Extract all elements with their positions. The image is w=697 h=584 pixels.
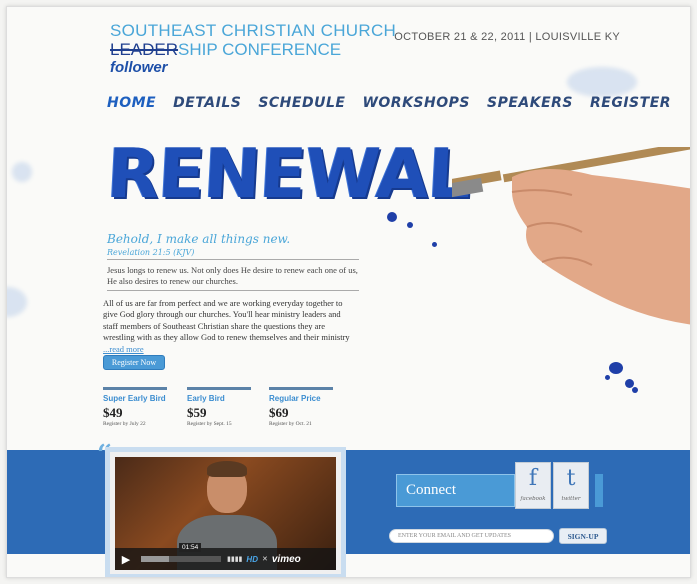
logo-conference-rest: SHIP CONFERENCE xyxy=(178,40,342,59)
video-controls: ▶ 01:54 ▮▮▮▮ HD ✕ vimeo xyxy=(115,543,336,570)
verse-reference: Revelation 21:5 (KJV) xyxy=(107,248,195,257)
paint-splatter xyxy=(407,222,413,228)
price-label: Regular Price xyxy=(269,394,321,403)
price-divider xyxy=(103,387,167,390)
facebook-caption: facebook xyxy=(520,496,546,502)
price-amount: $49 xyxy=(103,405,123,420)
connect-bar-end xyxy=(595,474,603,507)
video-time: 01:54 xyxy=(179,543,202,552)
price-note: Register by Oct. 21 xyxy=(269,421,312,427)
watercolor-blob xyxy=(12,162,32,182)
register-now-button[interactable]: Register Now xyxy=(103,355,165,370)
price-label: Super Early Bird xyxy=(103,394,166,403)
watercolor-blob xyxy=(567,67,637,97)
nav-speakers[interactable]: SPEAKERS xyxy=(487,95,573,111)
body-paragraph: All of us are far from perfect and we ar… xyxy=(103,298,350,343)
read-more-link[interactable]: ...read more xyxy=(103,344,144,354)
price-tier: Early Bird $59 Register by Sept. 15 xyxy=(187,387,251,427)
connect-heading: Connect xyxy=(396,474,515,507)
logo-handwritten-word: follower xyxy=(110,59,168,76)
video-player[interactable]: ▶ 01:54 ▮▮▮▮ HD ✕ vimeo xyxy=(115,457,336,570)
main-nav: HOME DETAILS SCHEDULE WORKSHOPS SPEAKERS… xyxy=(107,95,671,111)
vimeo-logo[interactable]: vimeo xyxy=(272,554,301,565)
video-control-icons: ▮▮▮▮ HD ✕ vimeo xyxy=(227,554,301,565)
price-note: Register by July 22 xyxy=(103,421,146,427)
price-tier: Regular Price $69 Register by Oct. 21 xyxy=(269,387,333,427)
paint-splatter xyxy=(609,362,623,374)
email-field[interactable]: ENTER YOUR EMAIL AND GET UPDATES xyxy=(389,529,554,543)
price-tier: Super Early Bird $49 Register by July 22 xyxy=(103,387,167,427)
divider xyxy=(107,290,359,291)
hero-title: RENEWAL xyxy=(104,135,473,214)
fullscreen-icon[interactable]: ✕ xyxy=(262,555,268,563)
video-progress-track[interactable]: 01:54 xyxy=(141,543,221,562)
nav-register[interactable]: REGISTER xyxy=(590,95,671,111)
facebook-icon: f xyxy=(528,466,538,491)
paint-splatter xyxy=(387,212,397,222)
volume-icon[interactable]: ▮▮▮▮ xyxy=(227,555,242,563)
price-amount: $69 xyxy=(269,405,289,420)
divider xyxy=(107,259,359,260)
verse-text: Behold, I make all things new. xyxy=(107,232,291,246)
nav-details[interactable]: DETAILS xyxy=(173,95,241,111)
price-note: Register by Sept. 15 xyxy=(187,421,232,427)
video-frame: ▶ 01:54 ▮▮▮▮ HD ✕ vimeo xyxy=(105,447,346,577)
price-label: Early Bird xyxy=(187,394,225,403)
paint-splatter xyxy=(432,242,437,247)
paint-splatter xyxy=(605,375,610,380)
twitter-icon: t xyxy=(566,466,576,491)
video-person-hair xyxy=(207,461,247,477)
hd-toggle[interactable]: HD xyxy=(246,555,258,564)
intro-text: Jesus longs to renew us. Not only does H… xyxy=(107,265,358,287)
nav-home[interactable]: HOME xyxy=(107,95,156,111)
play-icon[interactable]: ▶ xyxy=(115,548,137,570)
price-divider xyxy=(269,387,333,390)
video-progress-fill xyxy=(141,556,169,562)
signup-button[interactable]: SIGN-UP xyxy=(559,528,607,544)
twitter-caption: twitter xyxy=(561,496,581,502)
date-location: OCTOBER 21 & 22, 2011 | LOUISVILLE KY xyxy=(394,31,620,43)
price-amount: $59 xyxy=(187,405,207,420)
body-text: All of us are far from perfect and we ar… xyxy=(103,298,351,355)
hand-paintbrush-illustration xyxy=(452,147,690,325)
logo-strike-word: LEADER xyxy=(110,40,179,59)
page: SOUTHEAST CHRISTIAN CHURCH LEADERSHIP CO… xyxy=(6,6,691,578)
nav-workshops[interactable]: WORKSHOPS xyxy=(362,95,470,111)
logo-church-name[interactable]: SOUTHEAST CHRISTIAN CHURCH xyxy=(110,21,396,41)
price-divider xyxy=(187,387,251,390)
logo-conference[interactable]: LEADERSHIP CONFERENCE xyxy=(110,40,341,60)
twitter-button[interactable]: t twitter xyxy=(553,462,589,509)
watercolor-blob xyxy=(7,287,27,317)
facebook-button[interactable]: f facebook xyxy=(515,462,551,509)
paint-splatter xyxy=(632,387,638,393)
nav-schedule[interactable]: SCHEDULE xyxy=(258,95,345,111)
